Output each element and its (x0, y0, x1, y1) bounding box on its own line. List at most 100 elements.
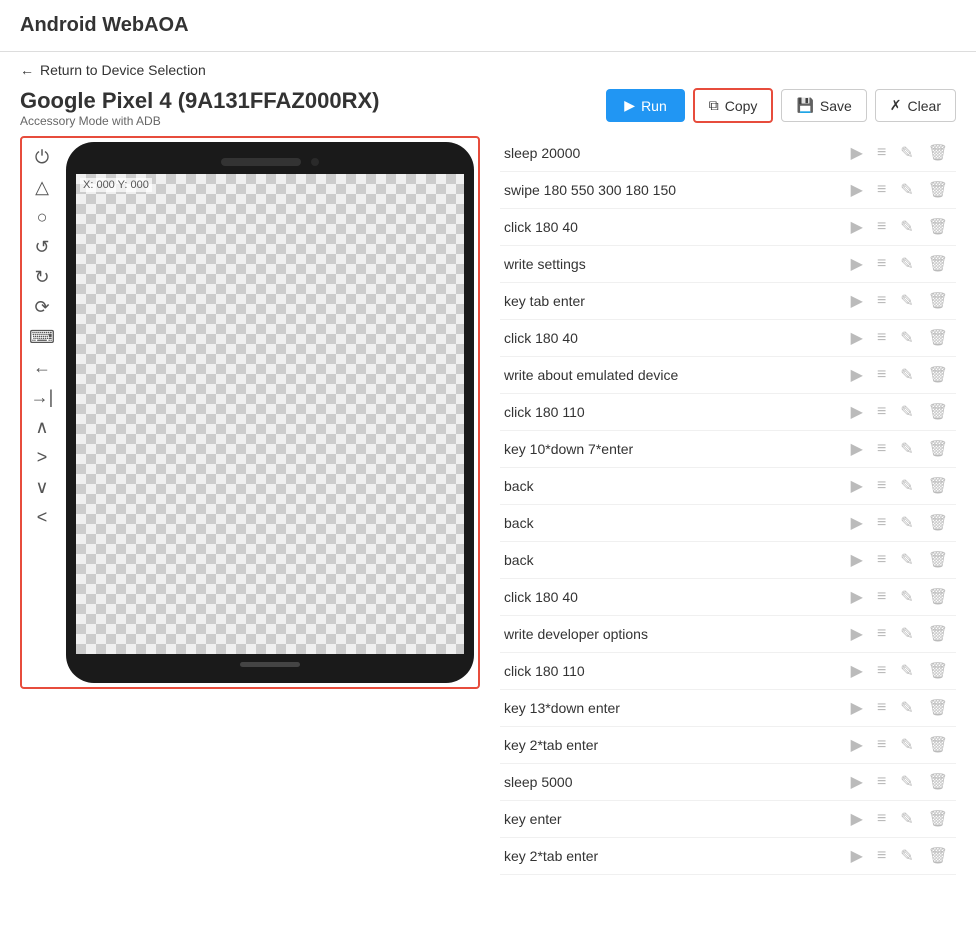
command-menu-button[interactable]: ≡ (873, 697, 890, 719)
clear-button[interactable]: ✗ Clear (875, 89, 956, 122)
command-play-button[interactable]: ▶ (847, 215, 867, 239)
rotate-more-button[interactable]: ⟳ (32, 296, 51, 318)
command-menu-button[interactable]: ≡ (873, 438, 890, 460)
run-button[interactable]: ▶ Run (606, 89, 684, 122)
command-delete-button[interactable]: 🗑 (924, 252, 952, 276)
command-play-button[interactable]: ▶ (847, 696, 867, 720)
command-menu-button[interactable]: ≡ (873, 142, 890, 164)
command-menu-button[interactable]: ≡ (873, 327, 890, 349)
command-menu-button[interactable]: ≡ (873, 253, 890, 275)
command-edit-button[interactable]: ✎ (896, 141, 917, 165)
command-play-button[interactable]: ▶ (847, 659, 867, 683)
command-delete-button[interactable]: 🗑 (924, 363, 952, 387)
command-edit-button[interactable]: ✎ (896, 289, 917, 313)
command-menu-button[interactable]: ≡ (873, 512, 890, 534)
command-play-button[interactable]: ▶ (847, 548, 867, 572)
chevron-left-button[interactable]: < (35, 506, 50, 528)
command-edit-button[interactable]: ✎ (896, 215, 917, 239)
command-delete-button[interactable]: 🗑 (924, 511, 952, 535)
command-edit-button[interactable]: ✎ (896, 326, 917, 350)
command-edit-button[interactable]: ✎ (896, 252, 917, 276)
arrow-right-button[interactable]: →| (29, 386, 56, 408)
command-delete-button[interactable]: 🗑 (924, 437, 952, 461)
rotate-left-button[interactable]: ↺ (32, 236, 51, 258)
command-menu-button[interactable]: ≡ (873, 475, 890, 497)
command-edit-button[interactable]: ✎ (896, 696, 917, 720)
home-button[interactable]: △ (33, 176, 51, 198)
command-play-button[interactable]: ▶ (847, 474, 867, 498)
rotate-right-button[interactable]: ↻ (32, 266, 51, 288)
command-delete-button[interactable]: 🗑 (924, 733, 952, 757)
command-play-button[interactable]: ▶ (847, 733, 867, 757)
command-edit-button[interactable]: ✎ (896, 659, 917, 683)
command-play-button[interactable]: ▶ (847, 400, 867, 424)
chevron-right-button[interactable]: > (35, 446, 50, 468)
command-play-button[interactable]: ▶ (847, 363, 867, 387)
command-edit-button[interactable]: ✎ (896, 400, 917, 424)
command-menu-button[interactable]: ≡ (873, 290, 890, 312)
arrow-left-button[interactable]: ← (31, 356, 53, 378)
command-delete-button[interactable]: 🗑 (924, 474, 952, 498)
back-link[interactable]: ← Return to Device Selection (0, 52, 976, 88)
command-menu-button[interactable]: ≡ (873, 771, 890, 793)
save-button[interactable]: 💾 Save (781, 89, 866, 122)
command-delete-button[interactable]: 🗑 (924, 770, 952, 794)
command-delete-button[interactable]: 🗑 (924, 622, 952, 646)
command-menu-button[interactable]: ≡ (873, 179, 890, 201)
command-edit-button[interactable]: ✎ (896, 807, 917, 831)
command-edit-button[interactable]: ✎ (896, 548, 917, 572)
copy-button[interactable]: ⧉ Copy (693, 88, 774, 123)
command-edit-button[interactable]: ✎ (896, 437, 917, 461)
command-play-button[interactable]: ▶ (847, 289, 867, 313)
command-menu-button[interactable]: ≡ (873, 734, 890, 756)
command-delete-button[interactable]: 🗑 (924, 178, 952, 202)
command-menu-button[interactable]: ≡ (873, 845, 890, 867)
command-play-button[interactable]: ▶ (847, 511, 867, 535)
command-menu-button[interactable]: ≡ (873, 364, 890, 386)
phone-screen[interactable]: X: 000 Y: 000 (76, 174, 464, 654)
command-edit-button[interactable]: ✎ (896, 363, 917, 387)
command-edit-button[interactable]: ✎ (896, 511, 917, 535)
command-menu-button[interactable]: ≡ (873, 586, 890, 608)
command-edit-button[interactable]: ✎ (896, 585, 917, 609)
command-play-button[interactable]: ▶ (847, 252, 867, 276)
circle-button[interactable]: ○ (35, 206, 50, 228)
command-edit-button[interactable]: ✎ (896, 770, 917, 794)
command-play-button[interactable]: ▶ (847, 437, 867, 461)
command-delete-button[interactable]: 🗑 (924, 807, 952, 831)
command-play-button[interactable]: ▶ (847, 770, 867, 794)
command-delete-button[interactable]: 🗑 (924, 215, 952, 239)
command-delete-button[interactable]: 🗑 (924, 548, 952, 572)
command-edit-button[interactable]: ✎ (896, 474, 917, 498)
command-menu-button[interactable]: ≡ (873, 660, 890, 682)
command-edit-button[interactable]: ✎ (896, 844, 917, 868)
run-label: Run (641, 98, 667, 114)
command-delete-button[interactable]: 🗑 (924, 696, 952, 720)
command-menu-button[interactable]: ≡ (873, 623, 890, 645)
keyboard-button[interactable]: ⌨ (27, 326, 57, 348)
command-menu-button[interactable]: ≡ (873, 216, 890, 238)
command-play-button[interactable]: ▶ (847, 585, 867, 609)
command-delete-button[interactable]: 🗑 (924, 844, 952, 868)
command-edit-button[interactable]: ✎ (896, 622, 917, 646)
command-delete-button[interactable]: 🗑 (924, 326, 952, 350)
command-delete-button[interactable]: 🗑 (924, 585, 952, 609)
command-play-button[interactable]: ▶ (847, 844, 867, 868)
command-menu-button[interactable]: ≡ (873, 808, 890, 830)
command-play-button[interactable]: ▶ (847, 622, 867, 646)
command-delete-button[interactable]: 🗑 (924, 289, 952, 313)
command-play-button[interactable]: ▶ (847, 178, 867, 202)
command-delete-button[interactable]: 🗑 (924, 659, 952, 683)
command-menu-button[interactable]: ≡ (873, 549, 890, 571)
command-play-button[interactable]: ▶ (847, 326, 867, 350)
chevron-down-button[interactable]: ∨ (33, 476, 50, 498)
command-play-button[interactable]: ▶ (847, 141, 867, 165)
chevron-up-button[interactable]: ∧ (33, 416, 50, 438)
command-play-button[interactable]: ▶ (847, 807, 867, 831)
command-edit-button[interactable]: ✎ (896, 178, 917, 202)
command-edit-button[interactable]: ✎ (896, 733, 917, 757)
power-button[interactable]: ⏻ (33, 146, 51, 168)
command-menu-button[interactable]: ≡ (873, 401, 890, 423)
command-delete-button[interactable]: 🗑 (924, 141, 952, 165)
command-delete-button[interactable]: 🗑 (924, 400, 952, 424)
